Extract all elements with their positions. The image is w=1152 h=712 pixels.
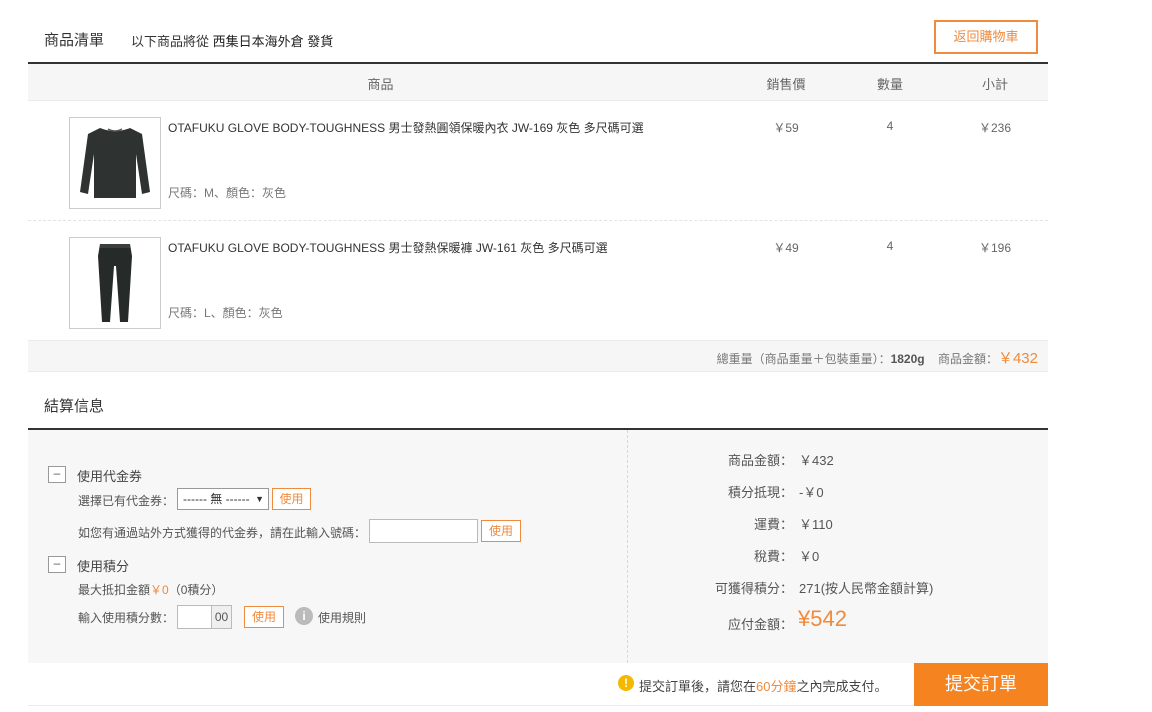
- warehouse-name: 西集日本海外倉 發貨: [212, 34, 334, 49]
- points-deduct-value: -￥0: [799, 485, 824, 500]
- product-subtotal: ￥196: [978, 241, 1012, 255]
- shipping-label: 運費：: [753, 517, 793, 532]
- points-toggle[interactable]: –: [48, 556, 66, 573]
- back-to-cart-button[interactable]: 返回購物車: [934, 20, 1038, 54]
- product-qty: 4: [886, 239, 894, 253]
- coupon-code-input[interactable]: [369, 519, 478, 543]
- summary-text: 總重量（商品重量＋包裝重量）：1820g 商品金額：￥432: [717, 347, 1038, 368]
- coupon-use-button[interactable]: 使用: [272, 488, 311, 510]
- points-max-amount: ￥0: [150, 583, 169, 597]
- long-sleeve-shirt-image[interactable]: [69, 117, 161, 209]
- coupon-select[interactable]: ------ 無 ------ ▼: [177, 488, 269, 510]
- settlement-panel: – 使用代金券 選擇已有代金券： ------ 無 ------ ▼ 使用 如您…: [28, 428, 1048, 663]
- points-rules-link[interactable]: 使用規則: [318, 609, 366, 626]
- weight-label: 總重量（商品重量＋包裝重量）：: [716, 352, 891, 366]
- product-price: ￥49: [773, 241, 799, 255]
- product-qty: 4: [886, 119, 894, 133]
- table-row: OTAFUKU GLOVE BODY-TOUGHNESS 男士發熱保暖褲 JW-…: [28, 221, 1048, 341]
- coupon-code-label: 如您有通過站外方式獲得的代金券，請在此輸入號碼：: [78, 526, 367, 540]
- coupon-toggle[interactable]: –: [48, 466, 66, 483]
- goods-amount-value: ￥432: [799, 453, 834, 468]
- product-subtotal: ￥236: [978, 121, 1012, 135]
- product-name[interactable]: OTAFUKU GLOVE BODY-TOUGHNESS 男士發熱圓領保暖內衣 …: [168, 119, 644, 136]
- points-max-prefix: 最大抵扣金額: [78, 583, 151, 597]
- payment-notice: 提交訂單後，請您在60分鐘之內完成支付。: [639, 676, 888, 695]
- amount-label: 商品金額：: [937, 352, 998, 366]
- points-deduct-label: 積分抵現：: [727, 485, 793, 500]
- column-header-product: 商品: [367, 77, 394, 92]
- order-summary-bar: 總重量（商品重量＋包裝重量）：1820g 商品金額：￥432: [28, 340, 1048, 372]
- table-row: OTAFUKU GLOVE BODY-TOUGHNESS 男士發熱圓領保暖內衣 …: [28, 101, 1048, 221]
- points-max-suffix: （0積分）: [168, 583, 224, 597]
- notice-before: 提交訂單後，請您在: [639, 679, 757, 694]
- coupon-code-use-button[interactable]: 使用: [481, 520, 521, 542]
- notice-after: 之內完成支付。: [796, 679, 888, 694]
- divider: [627, 430, 628, 663]
- earn-points-label: 可獲得積分：: [714, 581, 793, 596]
- total-label: 应付金額：: [727, 617, 793, 632]
- notice-time: 60分鐘: [756, 679, 797, 694]
- weight-value: 1820g: [890, 352, 925, 366]
- coupon-select-value: ------ 無 ------: [183, 492, 250, 506]
- coupon-label: 使用代金券: [77, 469, 143, 484]
- column-header-qty: 數量: [876, 77, 903, 92]
- earn-points-value: 271(按人民幣金額計算): [799, 581, 934, 596]
- table-header: 商品 銷售價 數量 小計: [28, 62, 1048, 101]
- settlement-title: 結算信息: [44, 398, 105, 415]
- shipping-notice: 以下商品將從 西集日本海外倉 發貨: [131, 31, 333, 50]
- points-use-button[interactable]: 使用: [244, 606, 284, 628]
- info-icon[interactable]: i: [295, 607, 313, 625]
- points-input[interactable]: [177, 605, 212, 629]
- amount-value: ￥432: [997, 350, 1038, 367]
- points-input-label: 輸入使用積分數：: [78, 611, 175, 625]
- coupon-select-label: 選擇已有代金券：: [78, 494, 175, 508]
- product-name[interactable]: OTAFUKU GLOVE BODY-TOUGHNESS 男士發熱保暖褲 JW-…: [168, 239, 608, 256]
- ship-prefix: 以下商品將從: [131, 34, 210, 49]
- points-input-suffix: 00: [212, 605, 232, 629]
- list-header: 商品清單 以下商品將從 西集日本海外倉 發貨 返回購物車: [28, 20, 1048, 60]
- submit-bar: ! 提交訂單後，請您在60分鐘之內完成支付。 提交訂單: [28, 663, 1048, 706]
- column-header-price: 銷售價: [766, 77, 806, 92]
- goods-amount-label: 商品金額：: [727, 453, 793, 468]
- product-spec: 尺碼：L、顏色：灰色: [168, 306, 283, 320]
- column-header-subtotal: 小計: [981, 77, 1008, 92]
- tax-value: ￥0: [799, 549, 820, 564]
- submit-order-button[interactable]: 提交訂單: [914, 663, 1048, 706]
- product-price: ￥59: [773, 121, 799, 135]
- tax-label: 稅費：: [753, 549, 793, 564]
- dropdown-arrow-icon: ▼: [255, 494, 264, 504]
- points-max-text: 最大抵扣金額￥0（0積分）: [78, 581, 223, 598]
- shipping-value: ￥110: [799, 517, 833, 532]
- points-label: 使用積分: [77, 559, 130, 574]
- leggings-image[interactable]: [69, 237, 161, 329]
- total-value: ¥542: [798, 606, 847, 631]
- product-spec: 尺碼：M、顏色：灰色: [168, 186, 286, 200]
- warning-icon: !: [618, 675, 634, 691]
- list-title: 商品清單: [44, 32, 105, 49]
